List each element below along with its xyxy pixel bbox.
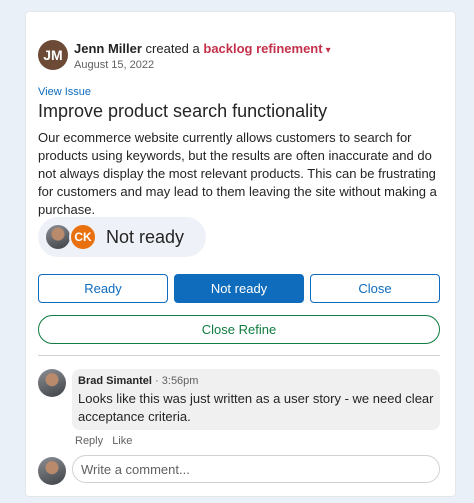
voter-avatar-ck: CK bbox=[69, 223, 97, 251]
comment-separator: · bbox=[155, 375, 159, 387]
status-label: Not ready bbox=[106, 226, 185, 247]
view-issue-link[interactable]: View Issue bbox=[38, 86, 91, 98]
comment-meta: Brad Simantel · 3:56pm bbox=[78, 375, 434, 387]
vote-status-pill: CK Not ready bbox=[38, 217, 206, 257]
comment-text: Looks like this was just written as a us… bbox=[78, 391, 434, 424]
author-name[interactable]: Jenn Miller bbox=[74, 41, 142, 56]
voter-photo-avatar bbox=[44, 223, 72, 251]
like-link[interactable]: Like bbox=[112, 435, 132, 447]
commenter-avatar[interactable] bbox=[38, 369, 66, 397]
current-user-avatar bbox=[38, 457, 66, 485]
action-text: created a bbox=[145, 41, 200, 56]
issue-description: Our ecommerce website currently allows c… bbox=[38, 130, 437, 217]
comment-input[interactable] bbox=[72, 455, 440, 483]
close-refine-button[interactable]: Close Refine bbox=[38, 315, 440, 344]
post-header: JM Jenn Miller created a backlog refinem… bbox=[38, 40, 331, 71]
post-headline: Jenn Miller created a backlog refinement… bbox=[74, 41, 331, 56]
comment-actions: Reply Like bbox=[75, 435, 138, 447]
author-avatar[interactable]: JM bbox=[38, 40, 68, 70]
comment-bubble: Brad Simantel · 3:56pm Looks like this w… bbox=[72, 369, 440, 430]
divider bbox=[38, 355, 440, 356]
post-date: August 15, 2022 bbox=[74, 59, 155, 71]
issue-card: JM Jenn Miller created a backlog refinem… bbox=[25, 11, 456, 497]
item-type-link[interactable]: backlog refinement bbox=[203, 41, 322, 56]
close-button[interactable]: Close bbox=[310, 274, 440, 303]
comment-author[interactable]: Brad Simantel bbox=[78, 375, 152, 387]
issue-title: Improve product search functionality bbox=[38, 101, 328, 121]
post-meta: Jenn Miller created a backlog refinement… bbox=[74, 41, 331, 71]
not-ready-button[interactable]: Not ready bbox=[174, 274, 304, 303]
ready-button[interactable]: Ready bbox=[38, 274, 168, 303]
chevron-down-icon[interactable]: ▾ bbox=[326, 45, 331, 56]
comment-time: 3:56pm bbox=[161, 375, 199, 387]
reply-link[interactable]: Reply bbox=[75, 435, 103, 447]
